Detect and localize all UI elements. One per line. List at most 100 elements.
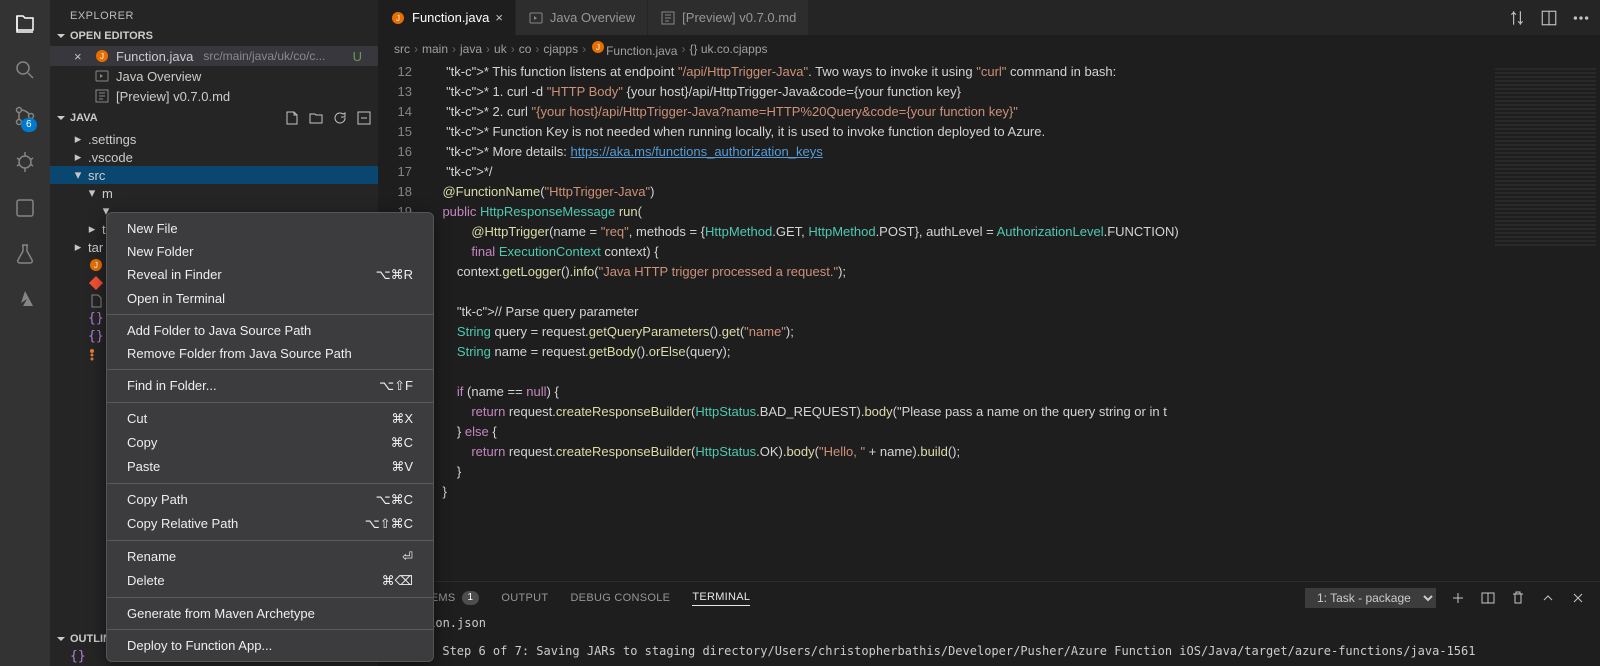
terminal-task-selector[interactable]: 1: Task - package bbox=[1305, 588, 1436, 608]
split-editor-icon[interactable] bbox=[1540, 9, 1558, 27]
breadcrumb-item[interactable]: cjapps bbox=[543, 42, 578, 56]
menu-item[interactable]: Add Folder to Java Source Path bbox=[107, 319, 433, 342]
menu-item[interactable]: New File bbox=[107, 217, 433, 240]
scm-icon[interactable]: 6 bbox=[11, 102, 39, 130]
section-actions bbox=[284, 110, 372, 126]
azure-icon[interactable] bbox=[11, 286, 39, 314]
new-file-icon[interactable] bbox=[284, 110, 300, 126]
editor-tab[interactable]: Java Overview bbox=[516, 0, 648, 35]
menu-item-label: Remove Folder from Java Source Path bbox=[127, 346, 352, 361]
svg-text:J: J bbox=[396, 14, 400, 23]
maximize-icon[interactable] bbox=[1540, 590, 1556, 606]
menu-item[interactable]: Rename ⏎ bbox=[107, 545, 433, 569]
breadcrumb-item[interactable]: uk bbox=[494, 42, 507, 56]
menu-separator bbox=[107, 629, 433, 630]
breadcrumb-item[interactable]: co bbox=[519, 42, 532, 56]
menu-item[interactable]: Find in Folder... ⌥⇧F bbox=[107, 374, 433, 398]
tree-item-label: src bbox=[88, 168, 105, 183]
svg-text:J: J bbox=[100, 52, 104, 61]
menu-shortcut: ⌥⌘C bbox=[376, 492, 413, 508]
menu-item-label: Copy Relative Path bbox=[127, 516, 238, 532]
menu-shortcut: ⌘C bbox=[391, 435, 413, 451]
open-editors-header[interactable]: OPEN EDITORS bbox=[50, 28, 378, 44]
tree-item[interactable]: ▾ src bbox=[50, 166, 378, 184]
menu-item-label: Paste bbox=[127, 459, 160, 475]
menu-item[interactable]: Open in Terminal bbox=[107, 287, 433, 310]
breadcrumb-item[interactable]: main bbox=[422, 42, 448, 56]
bottom-panel: PROBLEMS1 OUTPUT DEBUG CONSOLE TERMINAL … bbox=[378, 581, 1600, 666]
editor-tabs: JFunction.java × Java Overview [Preview]… bbox=[378, 0, 1600, 35]
chevron-right-icon: › bbox=[535, 42, 539, 56]
twisty-icon: ▾ bbox=[86, 185, 98, 201]
editor-area: JFunction.java × Java Overview [Preview]… bbox=[378, 0, 1600, 666]
explorer-icon[interactable] bbox=[11, 10, 39, 38]
menu-item[interactable]: New Folder bbox=[107, 240, 433, 263]
extension-square-icon[interactable] bbox=[11, 194, 39, 222]
menu-item[interactable]: Copy Relative Path ⌥⇧⌘C bbox=[107, 512, 433, 536]
breadcrumb-item[interactable]: {} uk.co.cjapps bbox=[689, 42, 767, 56]
menu-item[interactable]: Generate from Maven Archetype bbox=[107, 602, 433, 625]
open-editor-item[interactable]: Java Overview bbox=[50, 66, 378, 86]
chevron-right-icon: › bbox=[414, 42, 418, 56]
menu-shortcut: ⌥⌘R bbox=[376, 267, 413, 283]
minimap[interactable] bbox=[1490, 62, 1600, 581]
more-icon[interactable] bbox=[1572, 9, 1590, 27]
editor-item-path: src/main/java/uk/co/c... bbox=[203, 49, 325, 63]
breadcrumbs[interactable]: src›main›java›uk›co›cjapps›JFunction.jav… bbox=[378, 35, 1600, 62]
debug-console-tab[interactable]: DEBUG CONSOLE bbox=[570, 592, 670, 604]
beaker-icon[interactable] bbox=[11, 240, 39, 268]
menu-item[interactable]: Reveal in Finder ⌥⌘R bbox=[107, 263, 433, 287]
twisty-icon: ▸ bbox=[72, 149, 84, 165]
context-menu: New File New Folder Reveal in Finder ⌥⌘R… bbox=[106, 212, 434, 662]
split-terminal-icon[interactable] bbox=[1480, 590, 1496, 606]
new-folder-icon[interactable] bbox=[308, 110, 324, 126]
terminal-tab[interactable]: TERMINAL bbox=[692, 591, 750, 606]
tree-item-label: m bbox=[102, 186, 113, 201]
menu-item[interactable]: Cut ⌘X bbox=[107, 407, 433, 431]
menu-shortcut: ⌘X bbox=[391, 411, 413, 427]
editor-tab[interactable]: JFunction.java × bbox=[378, 0, 516, 35]
search-icon[interactable] bbox=[11, 56, 39, 84]
editor-tab[interactable]: [Preview] v0.7.0.md bbox=[648, 0, 809, 35]
breadcrumb-item[interactable]: java bbox=[460, 42, 482, 56]
menu-item[interactable]: Copy Path ⌥⌘C bbox=[107, 488, 433, 512]
close-panel-icon[interactable] bbox=[1570, 590, 1586, 606]
menu-item-label: Delete bbox=[127, 573, 165, 589]
java-section-header[interactable]: JAVA bbox=[50, 108, 378, 128]
refresh-icon[interactable] bbox=[332, 110, 348, 126]
terminal-output[interactable]: function.json [INFO] [INFO] Step 6 of 7:… bbox=[378, 614, 1600, 666]
menu-shortcut: ⏎ bbox=[402, 549, 413, 565]
open-editor-item[interactable]: × J Function.java src/main/java/uk/co/c.… bbox=[50, 46, 378, 66]
tree-item[interactable]: ▸ .settings bbox=[50, 130, 378, 148]
menu-item[interactable]: Delete ⌘⌫ bbox=[107, 569, 433, 593]
chevron-right-icon: › bbox=[582, 42, 586, 56]
collapse-icon[interactable] bbox=[356, 110, 372, 126]
compare-icon[interactable] bbox=[1508, 9, 1526, 27]
menu-item[interactable]: Remove Folder from Java Source Path bbox=[107, 342, 433, 365]
trash-icon[interactable] bbox=[1510, 590, 1526, 606]
open-editors-label: OPEN EDITORS bbox=[70, 30, 153, 42]
close-icon[interactable]: × bbox=[495, 10, 503, 25]
twisty-icon: ▸ bbox=[86, 221, 98, 237]
menu-item[interactable]: Copy ⌘C bbox=[107, 431, 433, 455]
tree-item-label: .settings bbox=[88, 132, 136, 147]
menu-item[interactable]: Paste ⌘V bbox=[107, 455, 433, 479]
tree-item[interactable]: ▸ .vscode bbox=[50, 148, 378, 166]
debug-icon[interactable] bbox=[11, 148, 39, 176]
chevron-right-icon: › bbox=[681, 42, 685, 56]
close-icon[interactable]: × bbox=[74, 49, 88, 64]
tree-item[interactable]: ▾ m bbox=[50, 184, 378, 202]
code-content[interactable]: "tk-c">* This function listens at endpoi… bbox=[428, 62, 1490, 581]
editor-item-name: Function.java bbox=[116, 49, 193, 64]
new-terminal-icon[interactable] bbox=[1450, 590, 1466, 606]
namespace-icon: {} bbox=[70, 649, 86, 664]
menu-shortcut: ⌥⇧⌘C bbox=[365, 516, 413, 532]
breadcrumb-item[interactable]: JFunction.java bbox=[590, 39, 677, 58]
code-editor[interactable]: 1213141516171819202122232425262728293031… bbox=[378, 62, 1600, 581]
output-tab[interactable]: OUTPUT bbox=[501, 592, 548, 604]
menu-item-label: New File bbox=[127, 221, 178, 236]
activity-bar: 6 bbox=[0, 0, 50, 666]
menu-item[interactable]: Deploy to Function App... bbox=[107, 634, 433, 657]
open-editor-item[interactable]: [Preview] v0.7.0.md bbox=[50, 86, 378, 106]
breadcrumb-item[interactable]: src bbox=[394, 42, 410, 56]
